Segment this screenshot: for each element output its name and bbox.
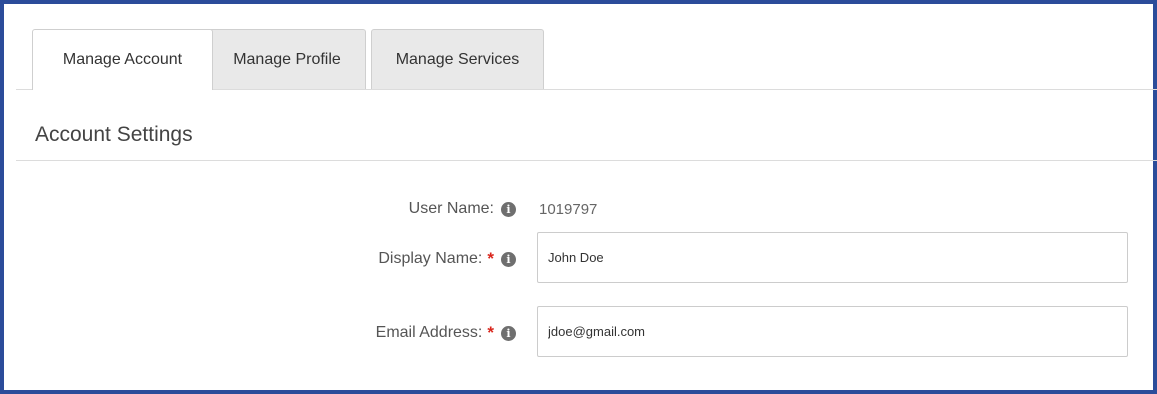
tab-manage-services-label: Manage Services (395, 50, 520, 68)
display-name-label-group: Display Name: * i (378, 249, 516, 269)
user-name-label: User Name: (408, 200, 494, 217)
section-title: Account Settings (35, 123, 193, 146)
display-name-field[interactable] (537, 232, 1128, 283)
account-settings-header: Account Settings (16, 90, 1157, 161)
tab-manage-profile[interactable]: Manage Profile (208, 29, 366, 89)
tab-manage-account-label: Manage Account (62, 51, 183, 68)
tab-bar: Manage Account Manage Profile Manage Ser… (16, 29, 1157, 90)
required-marker: * (487, 249, 494, 268)
email-field[interactable] (537, 306, 1128, 357)
email-address-label: Email Address: (375, 324, 483, 341)
tab-manage-profile-label: Manage Profile (233, 50, 341, 68)
info-icon[interactable]: i (501, 201, 516, 217)
display-name-label: Display Name: (378, 250, 483, 267)
tab-manage-services[interactable]: Manage Services (371, 29, 544, 89)
info-icon[interactable]: i (501, 251, 516, 267)
email-address-label-group: Email Address: * i (376, 323, 516, 343)
user-name-value: 1019797 (539, 201, 598, 218)
tab-manage-account[interactable]: Manage Account (32, 29, 213, 90)
required-marker: * (487, 323, 494, 342)
app-frame: Manage Account Manage Profile Manage Ser… (0, 0, 1157, 394)
info-icon[interactable]: i (501, 325, 516, 341)
user-name-label-group: User Name: i (409, 200, 516, 218)
